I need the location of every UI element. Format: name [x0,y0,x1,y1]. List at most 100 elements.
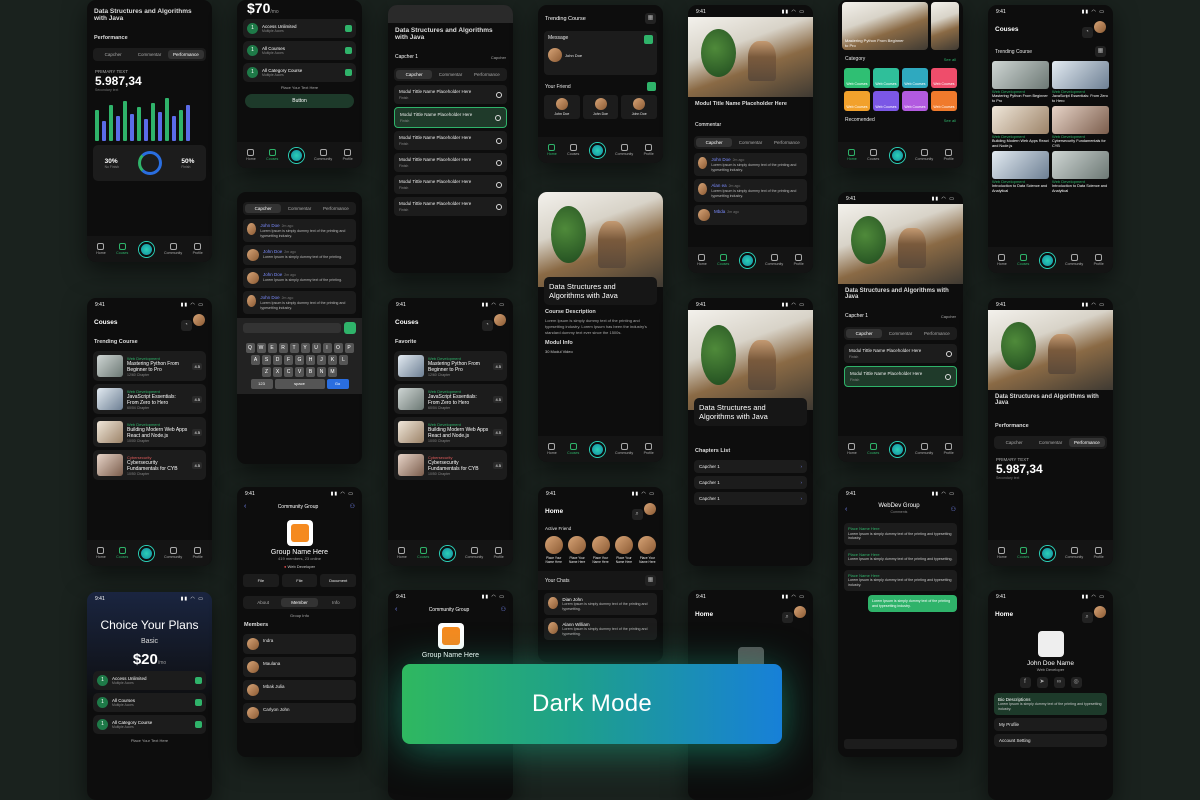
nav-home[interactable]: Home [997,547,1007,559]
key[interactable]: M [328,367,337,377]
center-action-button[interactable] [889,147,905,163]
course-card[interactable]: Web Development Mastering Python From Beg… [93,351,206,381]
tab-capcher[interactable]: Capcher [245,204,282,213]
module-item[interactable]: Modul Tittle Name Placeholder Here Finish [844,344,957,363]
tab-about[interactable]: About [245,598,281,607]
search-icon[interactable]: ⌕ [631,509,643,520]
bell-icon[interactable]: ◔ [481,320,493,331]
center-action-button[interactable] [589,142,605,158]
key[interactable]: W [256,343,266,353]
course-card[interactable]: Web Development JavaScript Essentials: Fr… [394,384,507,414]
nav-community[interactable]: Community [765,254,783,266]
module-item[interactable]: Modul Tittle Name Placeholder Here Finish [394,175,507,194]
plan-feature[interactable]: 1 All Category Course Multiple Acces [243,63,356,82]
video-player[interactable] [838,204,963,284]
open-icon[interactable] [647,82,656,91]
search-icon[interactable]: ⌕ [1081,612,1093,623]
avatar[interactable] [644,503,656,515]
nav-community[interactable]: Community [615,443,633,455]
chapter-item[interactable]: Capcher 1 › [694,460,807,473]
chat-row[interactable]: Dian John Lorem Ipsum is simply dummy tex… [544,593,657,615]
key[interactable]: C [284,367,293,377]
nav-home[interactable]: Home [697,254,707,266]
nav-home[interactable]: Home [847,443,857,455]
nav-home[interactable]: Home [397,547,407,559]
category-tile[interactable]: Web Courses [902,68,928,88]
key[interactable]: V [295,367,304,377]
key[interactable]: D [273,355,282,365]
key-space[interactable]: space [274,379,325,389]
center-action-button[interactable] [138,545,154,561]
key[interactable]: O [333,343,343,353]
module-item[interactable]: Modul Tittle Name Placeholder Here Finish [394,131,507,150]
friend-avatar[interactable]: Place Your Name Here [638,536,657,564]
member-row[interactable]: Mbak Julia [243,680,356,700]
grid-icon[interactable]: ▦ [645,13,656,24]
course-card[interactable]: Cybersecurity Cybersecurity Fundamentals … [93,450,206,480]
nav-profile[interactable]: Profile [644,144,654,156]
course-card[interactable]: Web Development Building Modern Web Apps … [93,417,206,447]
search-icon[interactable]: ⌕ [781,612,793,623]
key[interactable]: Q [245,343,255,353]
nav-profile[interactable]: Profile [343,149,353,161]
key[interactable]: N [317,367,326,377]
friend-avatar[interactable]: Place Your Name Here [614,536,633,564]
tab-commentar[interactable]: Commentar [882,329,918,338]
nav-profile[interactable]: Profile [494,547,504,559]
nav-home[interactable]: Home [96,547,106,559]
menu-account-setting[interactable]: Account Setting [994,734,1107,747]
nav-courses[interactable]: Couses [567,443,579,455]
nav-courses[interactable]: Couses [867,149,879,161]
people-icon[interactable]: ⚇ [501,606,506,613]
category-tile[interactable]: Web Courses [931,68,957,88]
featured-course-card[interactable]: Mastering Python From Beginner to Pro [842,2,928,50]
key[interactable]: J [317,355,326,365]
tab-capcher[interactable]: Capcher [996,438,1032,447]
center-action-button[interactable] [739,252,755,268]
file-button[interactable]: File [243,574,279,587]
nav-courses[interactable]: Couses [116,243,128,255]
see-all-link[interactable]: See all [944,57,956,62]
course-tile[interactable]: Web Development Building Modern Web Apps … [992,106,1049,148]
key[interactable]: Y [300,343,310,353]
key[interactable]: I [322,343,332,353]
facebook-icon[interactable]: f [1019,677,1031,688]
module-item[interactable]: Modul Tittle Name Placeholder Here Finish [394,107,507,128]
tab-performance[interactable]: Performance [769,138,805,147]
key[interactable]: L [339,355,348,365]
avatar[interactable] [193,314,205,326]
tab-capcher[interactable]: Capcher [696,138,733,147]
nav-profile[interactable]: Profile [1094,254,1104,266]
key[interactable]: G [295,355,304,365]
chapter-item[interactable]: Capcher 1 › [694,492,807,505]
course-tile[interactable]: Web Development Cybersecurity Fundamental… [1052,106,1109,148]
nav-community[interactable]: Community [915,149,933,161]
nav-community[interactable]: Community [465,547,483,559]
center-action-button[interactable] [288,147,304,163]
nav-community[interactable]: Community [1065,547,1083,559]
nav-community[interactable]: Community [314,149,332,161]
bell-icon[interactable]: ◔ [180,320,192,331]
key-123[interactable]: 123 [250,379,273,389]
category-tile[interactable]: Web Courses [844,91,870,111]
tab-capcher[interactable]: Capcher [396,70,433,79]
category-tile[interactable]: Web Courses [873,68,899,88]
nav-courses[interactable]: Couses [567,144,579,156]
tab-member[interactable]: Member [281,598,318,607]
nav-profile[interactable]: Profile [944,443,954,455]
menu-my-profile[interactable]: My Profile [994,718,1107,731]
tab-commentar[interactable]: Commentar [732,138,768,147]
back-icon[interactable]: ‹ [395,606,397,613]
file-button[interactable]: File [281,574,318,587]
nav-home[interactable]: Home [547,144,557,156]
friend-avatar[interactable]: Place Your Name Here [544,536,563,564]
plan-feature[interactable]: 1 Access Unlimited Multiple Acces [243,19,356,38]
key[interactable]: F [284,355,293,365]
member-row[interactable]: Maulana [243,657,356,677]
people-icon[interactable]: ⚇ [951,506,956,513]
key[interactable]: H [306,355,315,365]
tab-commentar[interactable]: Commentar [432,70,468,79]
plan-feature[interactable]: 1 Access Unlimited Multiple Acces [93,671,206,690]
tab-performance[interactable]: Performance [1068,438,1105,447]
nav-profile[interactable]: Profile [944,149,954,161]
